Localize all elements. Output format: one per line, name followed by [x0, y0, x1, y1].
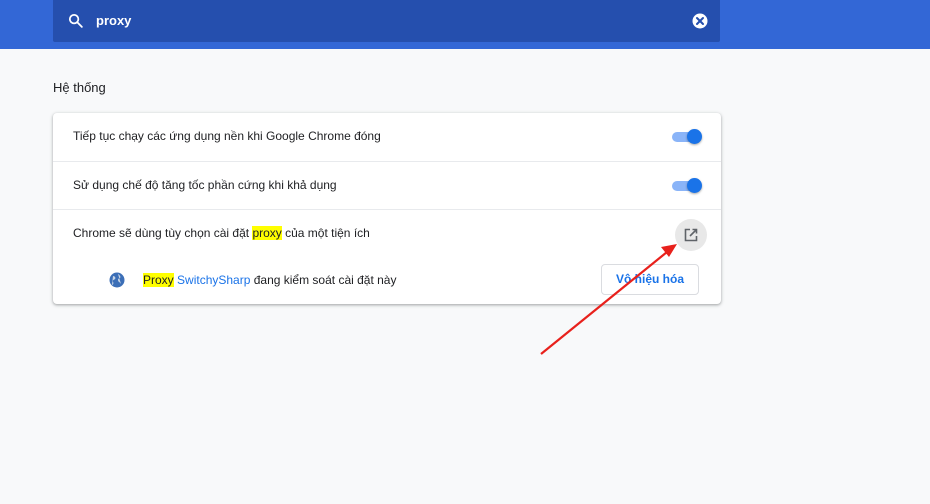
search-icon[interactable]	[67, 12, 84, 29]
open-in-new-icon	[684, 228, 698, 242]
search-box[interactable]: proxy	[53, 0, 720, 42]
proxy-label-after: của một tiện ích	[281, 226, 370, 240]
extension-control-suffix: đang kiểm soát cài đặt này	[250, 273, 397, 287]
toggle-knob	[687, 178, 702, 193]
header-bar: proxy	[0, 0, 930, 49]
extension-control-row: Proxy SwitchySharp đang kiểm soát cài đặ…	[53, 258, 721, 304]
settings-card: Tiếp tục chạy các ứng dụng nền khi Googl…	[53, 113, 721, 304]
setting-row-hardware-acceleration[interactable]: Sử dụng chế độ tăng tốc phần cứng khi kh…	[53, 161, 721, 209]
search-highlight: Proxy	[143, 273, 174, 287]
background-apps-toggle[interactable]	[670, 129, 702, 145]
extension-link[interactable]: SwitchySharp	[174, 273, 250, 287]
setting-label: Sử dụng chế độ tăng tốc phần cứng khi kh…	[73, 178, 337, 192]
extension-control-label: Proxy SwitchySharp đang kiểm soát cài đặ…	[143, 273, 396, 287]
setting-row-proxy[interactable]: Chrome sẽ dùng tùy chọn cài đặt proxy củ…	[53, 209, 721, 257]
proxy-setting-label: Chrome sẽ dùng tùy chọn cài đặt proxy củ…	[73, 226, 370, 240]
disable-extension-button[interactable]: Vô hiệu hóa	[601, 264, 699, 295]
setting-label: Tiếp tục chạy các ứng dụng nền khi Googl…	[73, 129, 381, 143]
search-input[interactable]: proxy	[96, 13, 131, 28]
hardware-acceleration-toggle[interactable]	[670, 178, 702, 194]
open-proxy-settings-button[interactable]	[675, 219, 707, 251]
search-highlight: proxy	[252, 226, 282, 240]
toggle-knob	[687, 129, 702, 144]
globe-icon	[109, 272, 125, 288]
proxy-label-before: Chrome sẽ dùng tùy chọn cài đặt	[73, 226, 253, 240]
setting-row-background-apps[interactable]: Tiếp tục chạy các ứng dụng nền khi Googl…	[53, 113, 721, 161]
section-title: Hệ thống	[53, 80, 106, 95]
clear-icon[interactable]	[692, 13, 708, 29]
